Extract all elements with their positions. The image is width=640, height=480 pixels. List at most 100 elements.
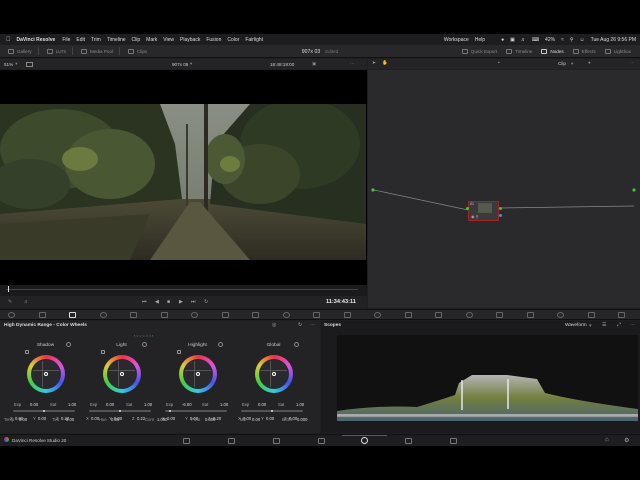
scope-settings-icon[interactable]: ☰ — [602, 322, 606, 328]
node-input-dot[interactable] — [466, 207, 469, 210]
wheel-slider[interactable] — [165, 410, 227, 412]
page-fusion-icon[interactable] — [318, 438, 325, 444]
apple-icon[interactable]:  — [6, 37, 11, 43]
node-menu-icon[interactable]: ⋯ — [630, 60, 635, 66]
settings-icon[interactable]: ⚙ — [624, 437, 629, 444]
sat-value[interactable]: 1.00 — [144, 402, 152, 407]
qualifier-icon[interactable] — [252, 312, 259, 318]
zoom-level[interactable]: 51% — [4, 62, 13, 67]
toolbar-effects[interactable]: Effects — [572, 49, 596, 54]
step-back-icon[interactable]: ◀ — [155, 299, 159, 305]
zone-dots[interactable]: ‹ ○ ○ ○ ○ ○ › — [134, 334, 153, 338]
viewer-mode-icon[interactable] — [25, 61, 33, 67]
toolbar-lightbox[interactable]: Lightbox — [604, 49, 631, 54]
primaries-icon[interactable] — [69, 312, 76, 318]
menu-edit[interactable]: Edit — [76, 37, 85, 43]
clip-dropdown-icon[interactable]: ▾ — [190, 61, 192, 67]
scope-menu-icon[interactable]: ⋯ — [630, 322, 635, 328]
toolbar-timeline[interactable]: Timeline — [506, 49, 532, 54]
sat-value[interactable]: 1.00 — [220, 402, 228, 407]
menu-fairlight[interactable]: Fairlight — [245, 37, 263, 43]
menu-clip[interactable]: Clip — [132, 37, 141, 43]
menu-trim[interactable]: Trim — [91, 37, 101, 43]
cont-value[interactable]: 1.000 — [157, 417, 167, 422]
zoom-dropdown-icon[interactable]: ▾ — [15, 61, 17, 67]
picker-icon[interactable] — [25, 350, 29, 354]
page-fairlight-icon[interactable] — [405, 438, 412, 444]
app-menu[interactable]: DaVinci Resolve — [17, 37, 56, 43]
skip-end-icon[interactable]: ⏭ — [191, 299, 196, 305]
viewer-scrubber[interactable] — [0, 285, 367, 296]
pointer-tool-icon[interactable]: ➤ — [372, 60, 376, 66]
panel-menu-icon[interactable]: ⋯ — [310, 322, 315, 328]
search-icon[interactable]: ⚲ — [570, 37, 574, 43]
menu-playback[interactable]: Playback — [180, 37, 200, 43]
menu-fusion[interactable]: Fusion — [206, 37, 221, 43]
menu-view[interactable]: View — [163, 37, 174, 43]
node-key-dot[interactable] — [499, 214, 502, 217]
node-mode-dropdown-icon[interactable]: ▾ — [571, 61, 573, 67]
scopes-toggle-icon[interactable] — [557, 312, 564, 318]
viewer-menu-icon[interactable]: ⋯ — [350, 61, 355, 67]
node-editor[interactable]: 01 ◉ ⚲ — [368, 70, 640, 308]
3d-icon[interactable] — [465, 312, 473, 318]
temp-value[interactable]: 0.00 — [19, 417, 27, 422]
wheel-slider[interactable] — [13, 410, 75, 412]
scope-expand-icon[interactable]: ⤢ — [617, 322, 621, 328]
viewer[interactable] — [0, 70, 367, 296]
sat-value[interactable]: 1.00 — [296, 402, 304, 407]
viewer-options-icon[interactable]: ▣ — [312, 61, 316, 67]
rgb-mixer-icon[interactable] — [130, 312, 137, 318]
reset-wheel-icon[interactable] — [142, 342, 147, 347]
toolbar-media-pool[interactable]: Media Pool — [81, 48, 113, 54]
wheel-slider[interactable] — [89, 410, 151, 412]
color-wheel[interactable] — [103, 355, 141, 393]
reset-icon[interactable]: ↻ — [298, 322, 302, 328]
window-icon[interactable] — [282, 312, 290, 318]
toolbar-clips[interactable]: Clips — [128, 48, 147, 54]
display-icon[interactable]: ▣ — [510, 37, 515, 43]
tint-value[interactable]: 0.00 — [66, 417, 74, 422]
page-color-icon[interactable] — [361, 437, 368, 444]
info-icon[interactable] — [618, 312, 625, 318]
skip-start-icon[interactable]: ⏮ — [142, 299, 147, 305]
tracker-icon[interactable] — [313, 312, 320, 318]
clip-name[interactable]: 907x 05 — [172, 62, 188, 67]
color-wheel[interactable] — [27, 355, 65, 393]
audio-icon[interactable]: ♬ — [24, 299, 29, 305]
menu-help[interactable]: Help — [475, 37, 485, 43]
menu-color[interactable]: Color — [227, 37, 239, 43]
menu-mark[interactable]: Mark — [146, 37, 157, 43]
motion-effects-icon[interactable] — [160, 312, 168, 318]
scope-mode-dropdown-icon[interactable]: ▾ — [589, 323, 592, 329]
pen-tool-icon[interactable]: ✎ — [8, 299, 12, 305]
exp-value[interactable]: 0.00 — [30, 402, 38, 407]
toolbar-gallery[interactable]: Gallery — [8, 48, 32, 54]
node-options-icon[interactable]: ● — [588, 60, 591, 65]
play-icon[interactable]: ▶ — [179, 299, 183, 305]
exp-value[interactable]: -6.00 — [182, 402, 192, 407]
effects-toggle-icon[interactable] — [587, 312, 595, 318]
reset-wheel-icon[interactable] — [218, 342, 223, 347]
menu-timeline[interactable]: Timeline — [107, 37, 126, 43]
control-center-icon[interactable]: ● — [501, 37, 504, 43]
toolbar-quick-export[interactable]: Quick Export — [461, 49, 497, 54]
split-screen-icon[interactable] — [496, 312, 503, 318]
node-output-dot[interactable] — [499, 207, 502, 210]
stop-icon[interactable]: ■ — [167, 299, 170, 305]
picker-icon[interactable] — [177, 350, 181, 354]
wheel-mode-icon[interactable]: ◎ — [272, 322, 276, 328]
scrub-track[interactable] — [6, 289, 358, 290]
color-match-icon[interactable] — [38, 312, 46, 318]
user-icon[interactable]: ☺ — [579, 37, 584, 43]
sat-value[interactable]: 1.00 — [68, 402, 76, 407]
menu-workspace[interactable]: Workspace — [444, 37, 469, 43]
video-frame[interactable] — [0, 104, 366, 260]
hdr-icon[interactable] — [99, 312, 107, 318]
lightbox-view-icon[interactable] — [526, 312, 534, 318]
color-wheel[interactable] — [255, 355, 293, 393]
page-deliver-icon[interactable] — [450, 438, 457, 444]
key-icon[interactable] — [404, 312, 412, 318]
sizing-icon[interactable] — [435, 312, 442, 318]
toolbar-luts[interactable]: LUTs — [46, 48, 66, 54]
